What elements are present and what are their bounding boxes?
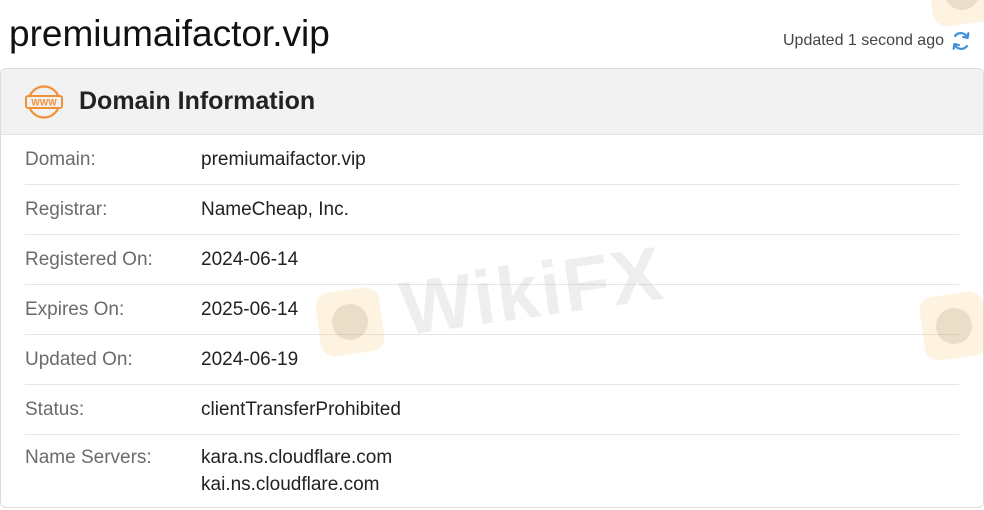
svg-text:WWW: WWW — [31, 97, 57, 107]
page-header: premiumaifactor.vip Updated 1 second ago — [0, 0, 984, 68]
row-label: Status: — [25, 398, 85, 420]
www-globe-icon: WWW — [25, 84, 63, 119]
row-label: Expires On: — [25, 298, 125, 320]
card-title: Domain Information — [79, 87, 316, 115]
row-status: Status: clientTransferProhibited — [25, 385, 959, 435]
row-registered-on: Registered On: 2024-06-14 — [25, 235, 959, 285]
name-server-list: kara.ns.cloudflare.com kai.ns.cloudflare… — [201, 447, 392, 496]
row-label: Updated On: — [25, 348, 133, 370]
row-domain: Domain: premiumaifactor.vip — [25, 135, 959, 185]
domain-info-table: Domain: premiumaifactor.vip Registrar: N… — [1, 135, 983, 507]
update-status: Updated 1 second ago — [783, 30, 972, 52]
refresh-icon[interactable] — [950, 30, 972, 52]
row-label: Domain: — [25, 148, 96, 170]
row-value: premiumaifactor.vip — [201, 148, 366, 170]
row-value: 2025-06-14 — [201, 298, 299, 320]
card-header: WWW Domain Information — [1, 69, 983, 135]
updated-text: Updated 1 second ago — [782, 32, 944, 49]
row-updated-on: Updated On: 2024-06-19 — [25, 335, 959, 385]
row-expires-on: Expires On: 2025-06-14 — [25, 285, 959, 335]
page-title: premiumaifactor.vip — [9, 13, 330, 54]
name-server: kara.ns.cloudflare.com — [201, 447, 393, 468]
row-label: Name Servers: — [25, 447, 152, 468]
domain-information-card: WWW Domain Information Domain: premiumai… — [0, 68, 984, 508]
page: premiumaifactor.vip Updated 1 second ago… — [0, 0, 984, 510]
row-name-servers: Name Servers: kara.ns.cloudflare.com kai… — [25, 435, 959, 507]
name-server: kai.ns.cloudflare.com — [201, 474, 380, 495]
row-value: clientTransferProhibited — [201, 398, 401, 420]
row-value: NameCheap, Inc. — [201, 198, 349, 220]
row-label: Registered On: — [25, 248, 153, 270]
row-registrar: Registrar: NameCheap, Inc. — [25, 185, 959, 235]
row-value: 2024-06-14 — [201, 248, 299, 270]
row-value: 2024-06-19 — [201, 348, 299, 370]
row-label: Registrar: — [25, 198, 108, 220]
